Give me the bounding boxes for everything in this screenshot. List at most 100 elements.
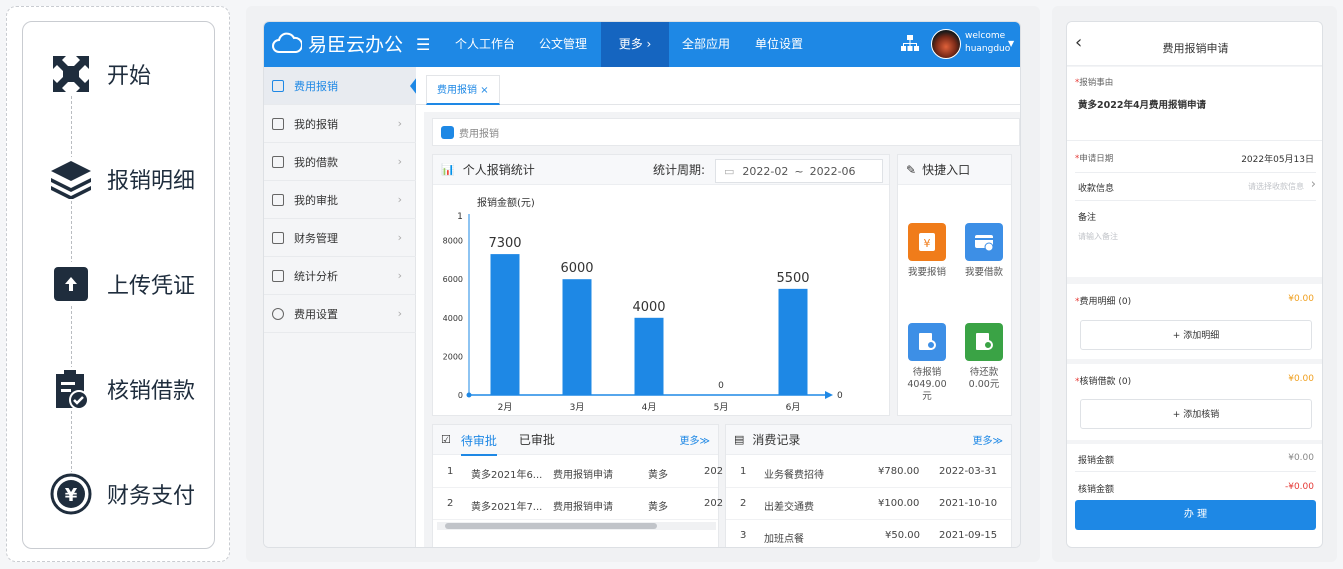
- menu-toggle-icon[interactable]: ☰: [416, 35, 430, 54]
- sidebar-item-my-approval[interactable]: 我的审批 ›: [264, 181, 416, 219]
- avatar[interactable]: [931, 29, 961, 59]
- clipboard-check-icon: [49, 367, 93, 411]
- more-link[interactable]: 更多≫: [973, 432, 1003, 447]
- row-name: 出差交通费: [764, 502, 814, 513]
- y-axis-label: 报销金额(元): [477, 196, 535, 209]
- nav-documents[interactable]: 公文管理: [525, 22, 601, 67]
- chevron-right-icon: ›: [397, 269, 402, 282]
- submit-button[interactable]: 办 理: [1075, 500, 1316, 530]
- chevron-right-icon: ›: [397, 193, 402, 206]
- sidebar-item-finance[interactable]: 财务管理 ›: [264, 219, 416, 257]
- records-title: 消费记录: [752, 433, 801, 447]
- document-icon: [272, 117, 284, 130]
- chart-icon: [272, 269, 284, 282]
- sidebar-item-label: 财务管理: [294, 231, 338, 245]
- sidebar-item-my-loan[interactable]: 我的借款 ›: [264, 143, 416, 181]
- bar-value-label: 6000: [560, 261, 593, 276]
- tab-expense[interactable]: 费用报销 ×: [426, 75, 500, 105]
- x-tick-label: 5月: [714, 402, 729, 413]
- chevron-right-icon: ›: [397, 231, 402, 244]
- nav-more[interactable]: 更多 ›: [601, 22, 669, 67]
- x-tick-label: 6月: [786, 402, 801, 413]
- loan-amount: ¥0.00: [1288, 374, 1314, 384]
- flow-step-start: 开始: [49, 51, 151, 97]
- receipt-icon: ¥: [919, 233, 935, 251]
- period-range-picker[interactable]: ▭ 2022-02 ~ 2022-06: [715, 159, 883, 183]
- writeoff-value: -¥0.00: [1284, 482, 1314, 492]
- table-row[interactable]: 2 出差交通费 ¥100.00 2021-10-10: [726, 488, 1011, 520]
- flow-step-details: 报销明细: [49, 156, 195, 202]
- quick-pending-repay-label: 待还款 0.00元: [968, 367, 1000, 390]
- date-value[interactable]: 2022年05月13日: [1241, 152, 1314, 165]
- user-info[interactable]: welcome huangduo: [965, 30, 1010, 56]
- row-date: 2021-10-10: [939, 498, 998, 509]
- sidebar-item-expense[interactable]: 费用报销: [264, 67, 416, 105]
- table-row[interactable]: 3 加班点餐 ¥50.00 2021-09-15: [726, 520, 1011, 547]
- sidebar-item-settings[interactable]: 费用设置 ›: [264, 295, 416, 333]
- org-chart-icon[interactable]: [901, 34, 919, 56]
- payee-select[interactable]: 请选择收款信息: [1248, 181, 1304, 192]
- form-loan-writeoff: *核销借款 (0) ¥0.00 + 添加核销: [1067, 364, 1322, 440]
- quick-loan-button[interactable]: [965, 223, 1003, 261]
- row-amount: ¥50.00: [885, 530, 920, 541]
- bar-value-label: 5500: [776, 271, 809, 286]
- approval-icon: [272, 193, 284, 206]
- tab-pending[interactable]: 待审批: [460, 432, 497, 456]
- more-link[interactable]: 更多≫: [680, 432, 710, 447]
- quick-expense-button[interactable]: ¥: [908, 223, 946, 261]
- flow-step-writeoff: 核销借款: [49, 366, 195, 412]
- brand-name: 易臣云办公: [308, 34, 404, 56]
- quick-loan-label: 我要借款: [964, 267, 1003, 278]
- quick-pending-repay-button[interactable]: [965, 323, 1003, 361]
- note-input[interactable]: 请输入备注: [1078, 231, 1118, 242]
- svg-text:¥: ¥: [924, 237, 931, 250]
- y-tick-label: 2000: [443, 352, 463, 361]
- sidebar-item-label: 统计分析: [294, 269, 338, 283]
- flow-panel: 开始 报销明细 上传凭证 核销借款 ¥ 财务支付: [22, 21, 215, 549]
- caret-down-icon[interactable]: ▼: [1008, 39, 1014, 48]
- checklist-icon: ☑: [441, 433, 451, 446]
- close-icon[interactable]: ×: [480, 85, 488, 96]
- table-row[interactable]: 1 业务餐费招待 ¥780.00 2022-03-31: [726, 456, 1011, 488]
- bar: [778, 288, 808, 395]
- brand-logo[interactable]: 易臣云办公: [272, 30, 403, 57]
- repay-icon: [976, 333, 993, 350]
- nav-all-apps[interactable]: 全部应用: [669, 22, 743, 67]
- sidebar-item-label: 我的报销: [294, 117, 338, 131]
- tab-approved[interactable]: 已审批: [519, 431, 555, 448]
- breadcrumb: 费用报销: [432, 118, 1020, 146]
- row-title: 黄多2021年6...: [471, 470, 543, 481]
- sidebar-item-my-expense[interactable]: 我的报销 ›: [264, 105, 416, 143]
- flow-step-payment: ¥ 财务支付: [49, 471, 195, 517]
- x-tick-label: 4月: [642, 402, 657, 413]
- scrollbar-thumb[interactable]: [445, 523, 657, 529]
- x-axis-end-label: 0: [837, 391, 843, 401]
- period-from: 2022-02: [742, 164, 789, 178]
- document-search-icon: [919, 333, 936, 350]
- table-row[interactable]: 2 黄多2021年7... 费用报销申请 黄多 202: [433, 488, 723, 520]
- nav-workbench[interactable]: 个人工作台: [445, 22, 525, 67]
- home-icon: [441, 125, 454, 139]
- horizontal-scrollbar[interactable]: [437, 522, 716, 530]
- table-row[interactable]: 1 黄多2021年6... 费用报销申请 黄多 202: [433, 456, 723, 488]
- mobile-title: 费用报销申请: [1162, 42, 1229, 55]
- add-writeoff-button[interactable]: + 添加核销: [1080, 399, 1312, 429]
- period-label: 统计周期:: [653, 163, 706, 177]
- quick-pending-expense-button[interactable]: [908, 323, 946, 361]
- quick-entry-title: 快捷入口: [922, 163, 971, 177]
- period-separator: ~: [794, 164, 804, 178]
- desktop-app: 易臣云办公 ☰ 个人工作台 公文管理 更多 › 全部应用 单位设置 welcom…: [263, 21, 1021, 548]
- row-index: 1: [447, 466, 454, 477]
- sidebar-item-analytics[interactable]: 统计分析 ›: [264, 257, 416, 295]
- row-name: 业务餐费招待: [764, 470, 824, 481]
- reason-value[interactable]: 黄多2022年4月费用报销申请: [1078, 97, 1206, 111]
- y-axis-top-label: 1: [457, 212, 463, 222]
- payee-label: 收款信息: [1078, 184, 1115, 194]
- add-detail-button[interactable]: + 添加明细: [1080, 320, 1312, 350]
- upload-icon: [49, 262, 93, 306]
- mobile-header: ‹ 费用报销申请: [1067, 22, 1322, 66]
- bar-value-label: 7300: [488, 236, 521, 251]
- nav-org-settings[interactable]: 单位设置: [743, 22, 815, 67]
- row-date: 202: [704, 466, 724, 477]
- row-index: 1: [740, 466, 747, 477]
